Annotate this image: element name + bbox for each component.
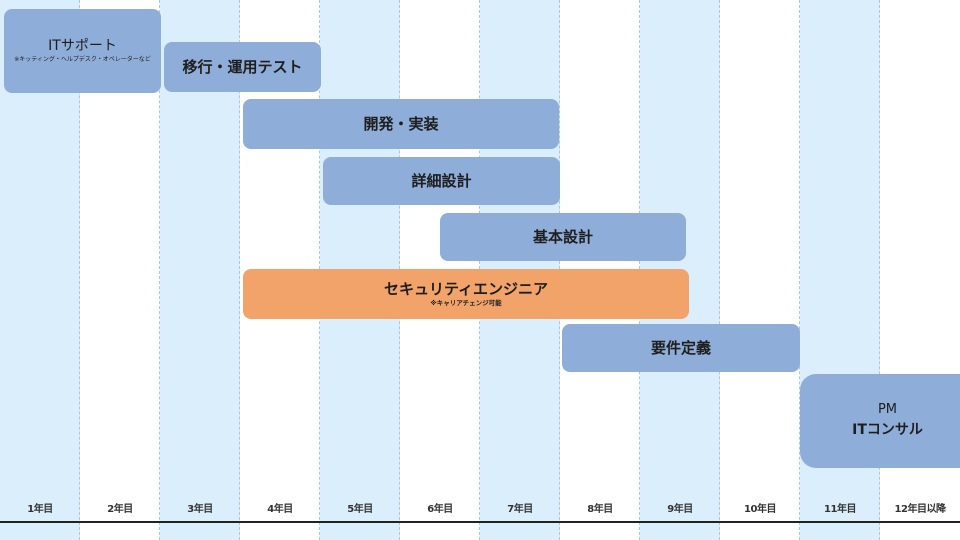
year-label: 8年目	[587, 504, 613, 515]
year-label: 9年目	[667, 504, 693, 515]
year-label: 10年目	[744, 504, 776, 515]
bar-title: 基本設計	[532, 228, 593, 246]
bar-detailed-design: 詳細設計	[323, 157, 560, 205]
bar-it-support: ITサポート ※キッティング・ヘルプデスク・オペレーターなど	[4, 9, 161, 93]
year-label: 6年目	[427, 504, 453, 515]
bar-development: 開発・実装	[243, 99, 559, 149]
year-label: 7年目	[507, 504, 533, 515]
bar-security-engineer: セキュリティエンジニア ※キャリアチェンジ可能	[243, 269, 689, 319]
timeline-baseline	[0, 521, 960, 523]
bar-title: 要件定義	[650, 339, 711, 357]
bar-migration-test: 移行・運用テスト	[164, 42, 321, 92]
year-label: 2年目	[107, 504, 133, 515]
bar-pm-consultant: PM ITコンサル	[800, 374, 960, 468]
bar-title: 移行・運用テスト	[182, 58, 303, 76]
bar-title: 開発・実装	[363, 115, 439, 133]
bar-requirements: 要件定義	[562, 324, 800, 372]
bar-title: 詳細設計	[411, 172, 472, 190]
year-label: 3年目	[187, 504, 213, 515]
year-label: 11年目	[824, 504, 856, 515]
bar-title-consultant: ITコンサル	[852, 422, 923, 438]
bar-title-pm: PM	[877, 402, 898, 417]
bar-title: ITサポート	[48, 38, 117, 54]
year-label: 4年目	[267, 504, 293, 515]
bar-title: セキュリティエンジニア	[383, 280, 549, 298]
year-label: 5年目	[347, 504, 373, 515]
year-column-10	[720, 0, 800, 540]
career-roadmap: 1年目 2年目 3年目 4年目 5年目 6年目 7年目 8年目 9年目 10年目…	[0, 0, 960, 540]
year-label: 12年目以降	[894, 504, 946, 515]
bar-note: ※キャリアチェンジ可能	[430, 299, 502, 307]
bar-note: ※キッティング・ヘルプデスク・オペレーターなど	[14, 56, 151, 63]
year-label: 1年目	[27, 504, 53, 515]
bar-basic-design: 基本設計	[440, 213, 686, 261]
